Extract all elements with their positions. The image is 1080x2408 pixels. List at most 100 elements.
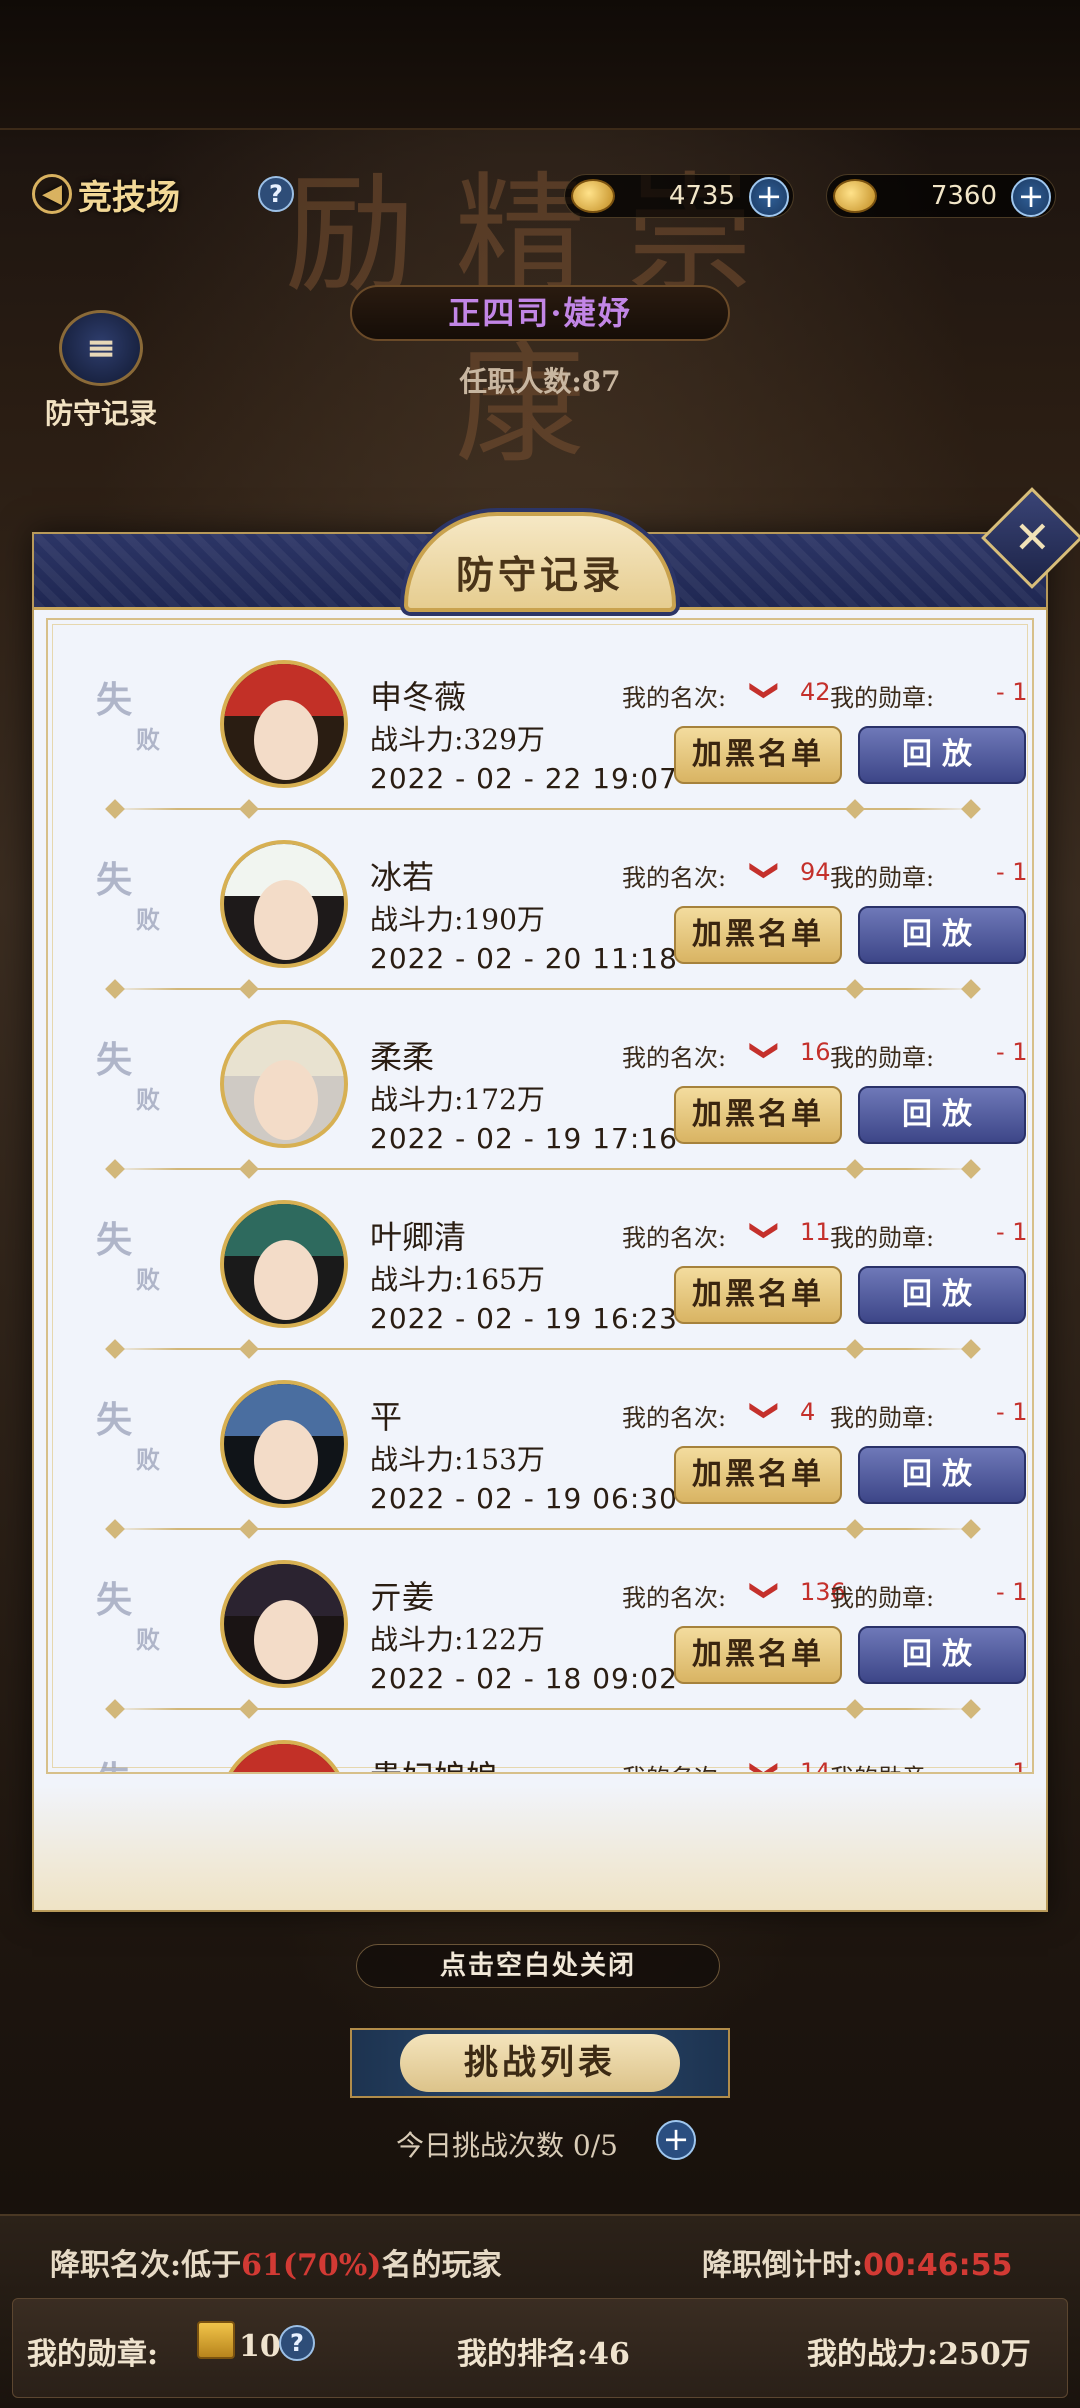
tap-to-close-hint[interactable]: 点击空白处关闭 xyxy=(356,1944,720,1988)
my-medal-label: 我的勋章: xyxy=(830,1044,935,1072)
battle-time: 2022 - 02 - 19 17:16 xyxy=(370,1122,678,1155)
add-blacklist-button[interactable]: 加黑名单 xyxy=(674,1086,842,1144)
replay-button[interactable]: 回放 xyxy=(858,1446,1026,1504)
challenge-list-label: 挑战列表 xyxy=(400,2034,680,2092)
fail-stamp: 失败 xyxy=(96,859,160,934)
battle-time: 2022 - 02 - 19 16:23 xyxy=(370,1302,678,1335)
modal-title: 防守记录 xyxy=(455,552,624,597)
my-medal-value: - 1 xyxy=(996,1038,1028,1066)
demote-threshold: 降职名次:低于61(70%)名的玩家 xyxy=(50,2248,502,2283)
my-medal-value: - 1 xyxy=(996,678,1028,706)
my-medal-label: 我的勋章: xyxy=(830,1758,934,1772)
opponent-avatar[interactable] xyxy=(220,1560,348,1688)
replay-button[interactable]: 回放 xyxy=(858,906,1026,964)
add-blacklist-button[interactable]: 加黑名单 xyxy=(674,1446,842,1504)
player-stats-row: 我的勋章: 10 ? 我的排名:46 我的战力:250万 xyxy=(12,2298,1068,2398)
row-divider xyxy=(105,799,981,819)
opponent-power: 战斗力:329万 xyxy=(370,723,545,756)
opponent-name: 贵妃娘娘 xyxy=(370,1752,498,1772)
add-coin-button[interactable]: + xyxy=(749,177,789,217)
my-medal-value: - 1 xyxy=(996,1398,1028,1426)
demote-countdown: 降职倒计时:00:46:55 xyxy=(702,2248,1013,2283)
rank-title: 正四司·婕妤 xyxy=(350,285,730,341)
opponent-name: 平 xyxy=(370,1398,403,1436)
my-medals-value: 10 xyxy=(239,2329,281,2364)
medal-help-icon[interactable]: ? xyxy=(279,2325,315,2361)
daily-challenge-count: 今日挑战次数 0/5 xyxy=(396,2129,618,2162)
help-icon[interactable]: ? xyxy=(258,176,294,212)
opponent-power: 战斗力:153万 xyxy=(370,1443,545,1476)
coin-counter: 4735 + xyxy=(564,174,794,218)
rank-down-icon: ❯ xyxy=(749,1038,783,1063)
replay-button[interactable]: 回放 xyxy=(858,1626,1026,1684)
rank-down-icon: ❯ xyxy=(749,1218,783,1243)
avatar-face xyxy=(254,1060,318,1140)
record-row: 失败 平 战斗力:153万 2022 - 02 - 19 06:30 我的名次:… xyxy=(48,1352,1032,1539)
replay-button[interactable]: 回放 xyxy=(858,726,1026,784)
gift-box-icon xyxy=(197,2321,235,2359)
my-medal-label: 我的勋章: xyxy=(830,1404,935,1432)
my-medal-value: - 1 xyxy=(996,1578,1028,1606)
my-rank-value: 16 xyxy=(800,1038,831,1066)
battle-time: 2022 - 02 - 20 11:18 xyxy=(370,942,678,975)
back-button[interactable]: ◀ 竞技场 xyxy=(32,168,180,220)
replay-button[interactable]: 回放 xyxy=(858,1086,1026,1144)
record-list[interactable]: 失败 申冬薇 战斗力:329万 2022 - 02 - 22 19:07 我的名… xyxy=(46,618,1034,1774)
defense-record-label: 防守记录 xyxy=(44,397,157,430)
row-divider xyxy=(105,1699,981,1719)
row-divider xyxy=(105,1339,981,1359)
scroll-icon: ≡ xyxy=(59,310,143,386)
fail-stamp: 失败 xyxy=(96,1039,160,1114)
my-medal-value: - 1 xyxy=(996,858,1028,886)
opponent-avatar[interactable] xyxy=(220,840,348,968)
challenge-list-button[interactable]: 挑战列表 xyxy=(350,2028,730,2098)
my-rank: 我的排名:46 xyxy=(457,2337,630,2372)
coin-icon xyxy=(571,179,615,213)
opponent-name: 亓姜 xyxy=(370,1578,435,1616)
my-medal-value: - 1 xyxy=(996,1758,1028,1774)
defense-record-modal: 防守记录 失败 申冬薇 战斗力:329万 2022 - 02 - 22 19:0… xyxy=(32,512,1048,1912)
row-divider xyxy=(105,1519,981,1539)
add-ingot-button[interactable]: + xyxy=(1011,177,1051,217)
fail-stamp: 失败 xyxy=(96,1760,186,1772)
my-medal-label: 我的勋章: xyxy=(830,1224,935,1252)
battle-time: 2022 - 02 - 19 06:30 xyxy=(370,1482,678,1515)
add-blacklist-button[interactable]: 加黑名单 xyxy=(674,906,842,964)
my-medal-label: 我的勋章: xyxy=(830,864,935,892)
my-rank-label: 我的名次: xyxy=(622,864,727,892)
opponent-avatar[interactable] xyxy=(220,1200,348,1328)
opponent-power: 战斗力:190万 xyxy=(370,903,545,936)
rank-down-icon: ❯ xyxy=(749,1398,783,1423)
add-blacklist-button[interactable]: 加黑名单 xyxy=(674,1626,842,1684)
opponent-avatar[interactable] xyxy=(220,1740,348,1772)
add-challenge-button[interactable]: + xyxy=(656,2120,696,2160)
add-blacklist-button[interactable]: 加黑名单 xyxy=(674,726,842,784)
top-bar xyxy=(0,0,1080,130)
rank-down-icon: ❯ xyxy=(749,1578,783,1603)
avatar-face xyxy=(254,700,318,780)
opponent-avatar[interactable] xyxy=(220,660,348,788)
my-rank-value: 42 xyxy=(800,678,831,706)
opponent-name: 叶卿清 xyxy=(370,1218,467,1256)
replay-button[interactable]: 回放 xyxy=(858,1266,1026,1324)
demote-value: 61(70%) xyxy=(241,2248,382,2283)
my-rank-label: 我的名次: xyxy=(622,1758,726,1772)
opponent-avatar[interactable] xyxy=(220,1380,348,1508)
opponent-name: 冰若 xyxy=(370,858,435,896)
row-divider xyxy=(105,1159,981,1179)
opponent-avatar[interactable] xyxy=(220,1020,348,1148)
record-row: 失败 叶卿清 战斗力:165万 2022 - 02 - 19 16:23 我的名… xyxy=(48,1172,1032,1359)
record-row: 失败 贵妃娘娘 我的名次: ❯ 14 我的勋章: - 1 xyxy=(48,1712,1032,1774)
avatar-face xyxy=(254,880,318,960)
rank-down-icon: ❯ xyxy=(749,678,783,703)
staff-count: 任职人数:87 xyxy=(459,365,621,398)
defense-record-button[interactable]: ≡ 防守记录 xyxy=(36,310,166,432)
my-rank-label: 我的名次: xyxy=(622,1044,727,1072)
my-rank-value: 11 xyxy=(800,1218,831,1246)
my-medal-value: - 1 xyxy=(996,1218,1028,1246)
close-icon: ✕ xyxy=(1013,512,1051,563)
add-blacklist-button[interactable]: 加黑名单 xyxy=(674,1266,842,1324)
record-row: 失败 申冬薇 战斗力:329万 2022 - 02 - 22 19:07 我的名… xyxy=(48,632,1032,819)
modal-footer-decoration xyxy=(34,1784,1046,1910)
avatar-headdress xyxy=(224,1744,344,1772)
